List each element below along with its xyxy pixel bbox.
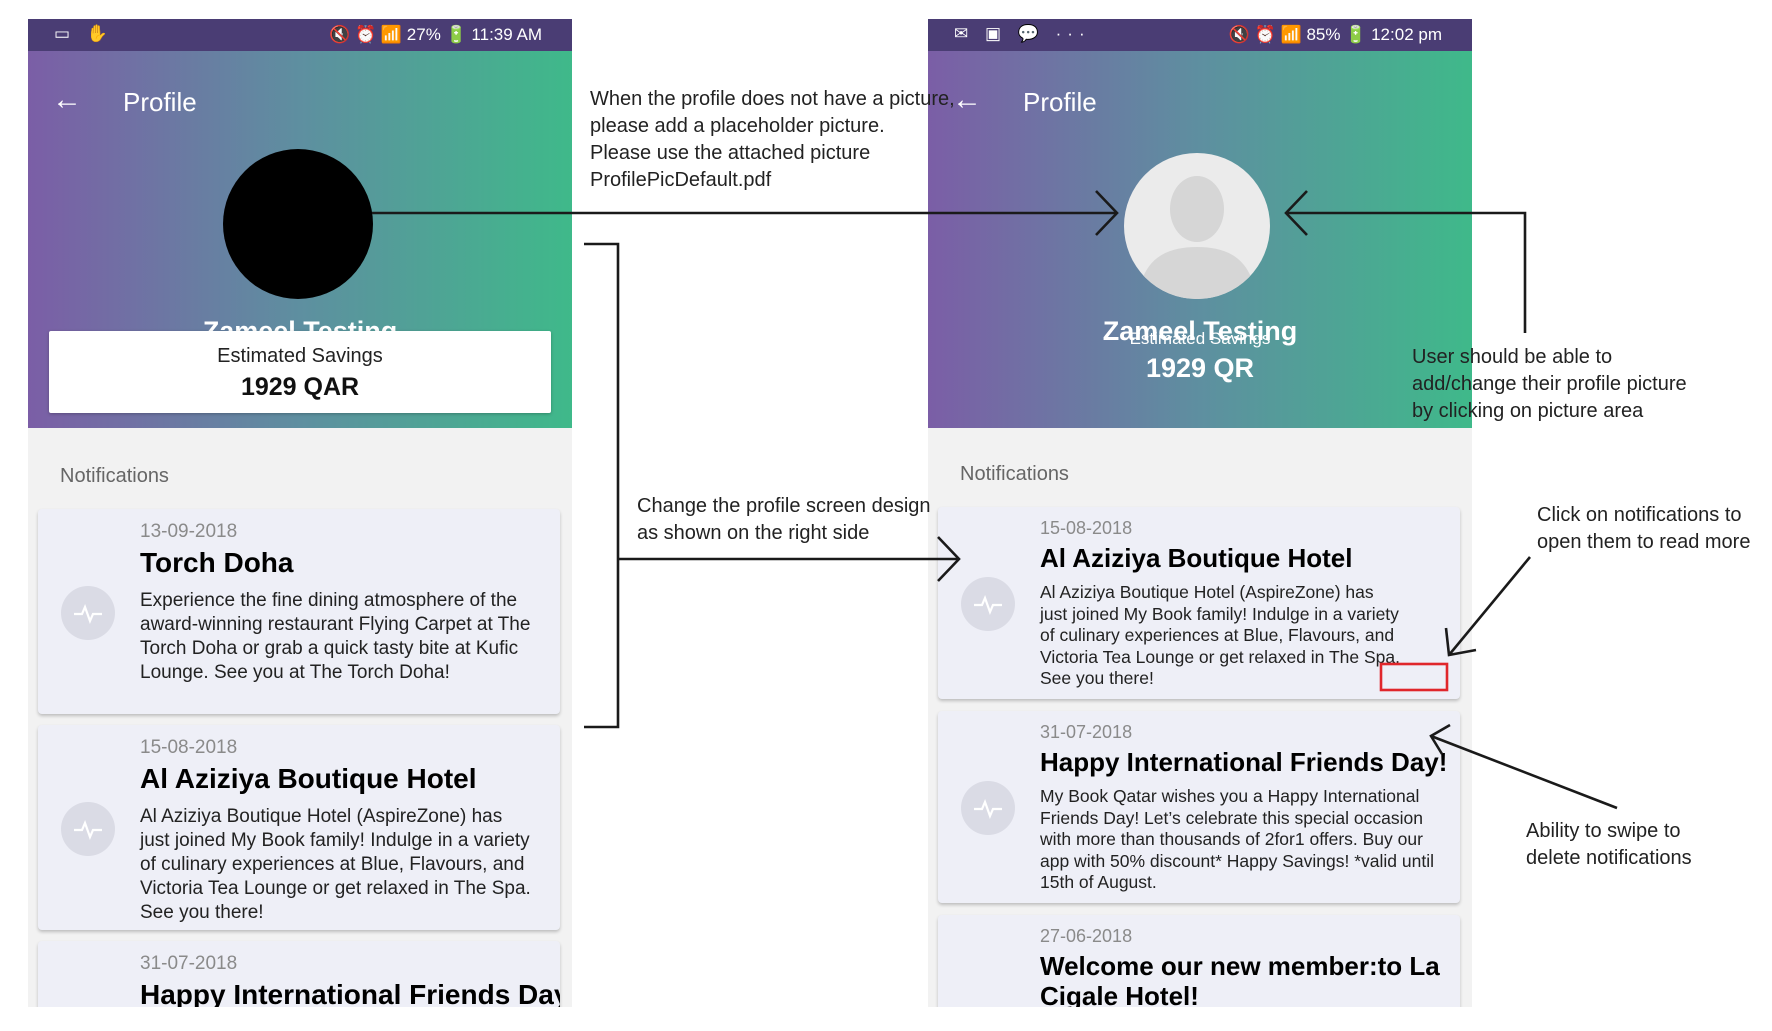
arrow-line bbox=[1430, 734, 1618, 810]
bracket-line bbox=[584, 242, 620, 729]
highlight-box bbox=[1379, 662, 1449, 692]
arrow-line bbox=[1447, 556, 1532, 656]
annotation-arrows bbox=[372, 190, 1618, 810]
arrow-line bbox=[1286, 211, 1527, 333]
